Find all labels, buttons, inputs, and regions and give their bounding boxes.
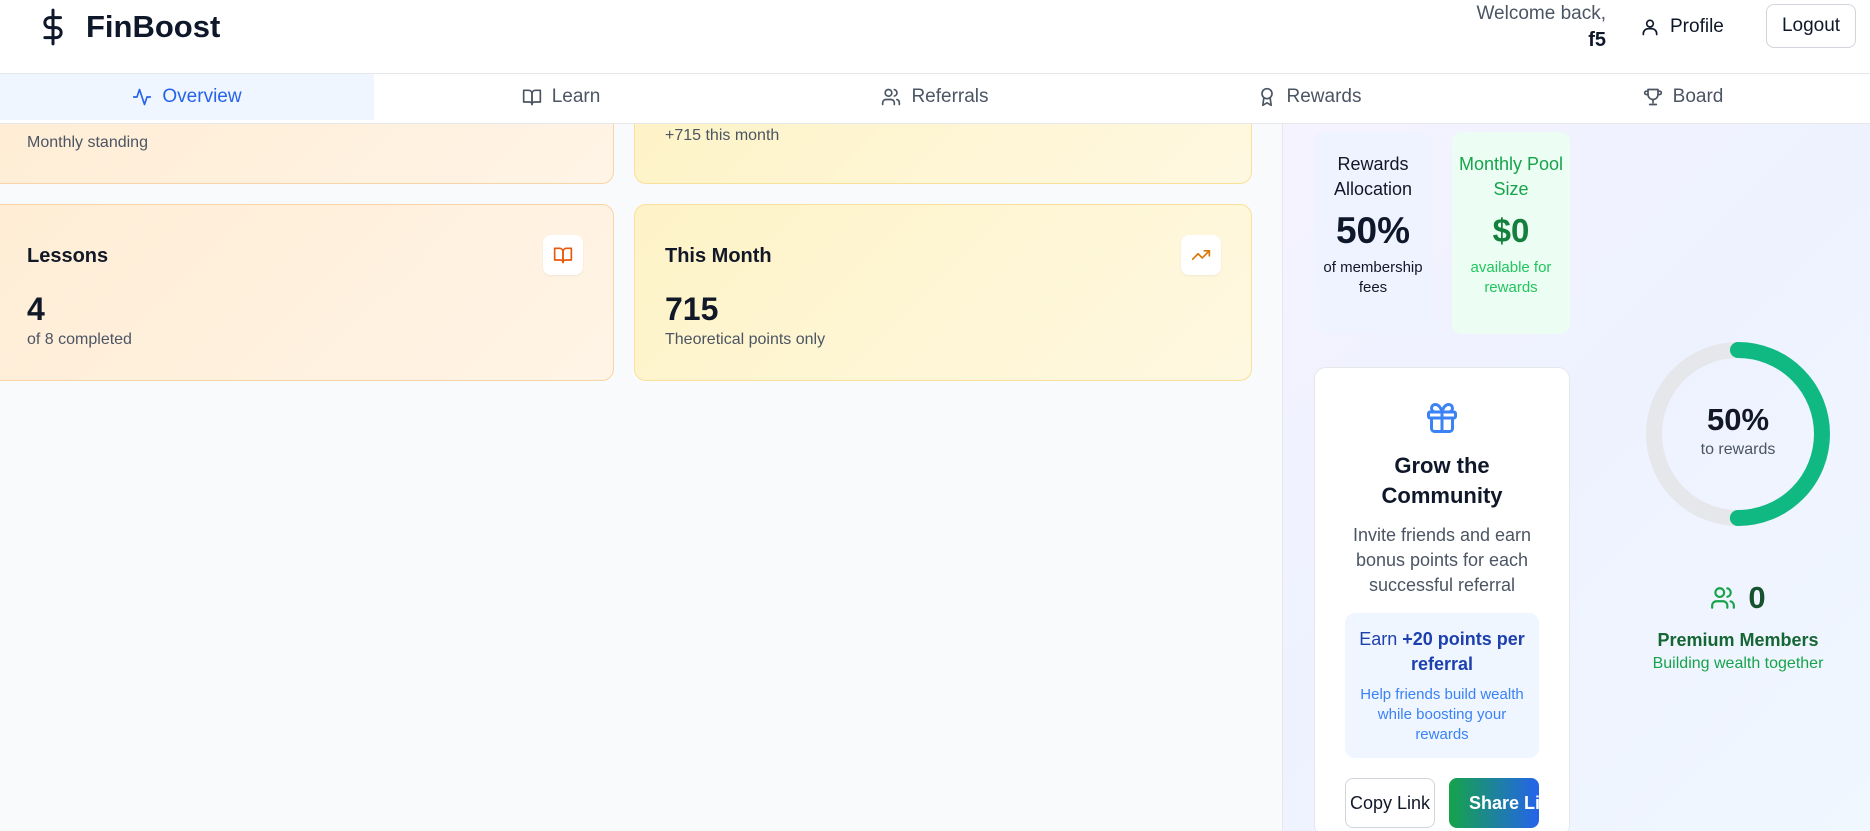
points-subtitle: +715 this month — [665, 127, 780, 144]
username: f5 — [1588, 29, 1606, 51]
tab-bar: Overview Learn Referrals Rewards Board — [0, 74, 1870, 124]
monthly-pool-note: available for rewards — [1470, 259, 1552, 296]
tab-label: Overview — [162, 86, 242, 107]
grow-description: Invite friends and earn bonus points for… — [1352, 525, 1532, 595]
donut-sub: to rewards — [1700, 441, 1776, 458]
earn-amount: +20 points per referral — [1402, 629, 1525, 674]
members-row: 0 — [1620, 580, 1856, 616]
share-link-button[interactable]: Share Link — [1449, 778, 1539, 828]
award-icon — [1260, 87, 1273, 107]
monthly-pool-title: Monthly Pool Size — [1458, 154, 1564, 199]
lessons-value: 4 — [27, 291, 45, 327]
tab-label: Learn — [551, 86, 601, 107]
welcome-message: Welcome back, f5 — [1476, 1, 1606, 53]
earn-line: Earn +20 points per referral — [1345, 627, 1539, 677]
members-subtitle: Building wealth together — [1652, 655, 1824, 672]
brand-name: FinBoost — [86, 9, 221, 44]
referral-bonus-box: Earn +20 points per referral Help friend… — [1345, 613, 1539, 758]
tab-label: Referrals — [911, 86, 989, 107]
brand[interactable]: FinBoost — [38, 8, 220, 46]
copy-link-button[interactable]: Copy Link — [1345, 778, 1435, 828]
welcome-line: Welcome back, — [1476, 3, 1606, 24]
this-month-title: This Month — [665, 245, 772, 267]
lessons-icon-box — [543, 235, 583, 275]
users-icon — [882, 88, 901, 106]
tab-rewards[interactable]: Rewards — [1122, 74, 1496, 120]
monthly-pool-value: $0 — [1492, 212, 1530, 249]
earn-note: Help friends build wealth while boosting… — [1360, 686, 1524, 743]
tab-board[interactable]: Board — [1496, 74, 1870, 120]
earn-prefix: Earn — [1359, 629, 1403, 649]
users-icon — [1711, 587, 1736, 609]
lessons-title: Lessons — [27, 245, 109, 267]
monthly-pool-card: Monthly Pool Size $0 available for rewar… — [1452, 132, 1570, 334]
points-card: +715 this month — [634, 124, 1252, 184]
profile-label: Profile — [1670, 16, 1724, 37]
top-header: FinBoost Welcome back, f5 Profile Logout — [0, 0, 1870, 74]
this-month-subtitle: Theoretical points only — [665, 331, 826, 348]
donut-value: 50% — [1706, 402, 1770, 437]
donut-label: 50% to rewards — [1642, 400, 1834, 460]
standing-subtitle: Monthly standing — [27, 134, 148, 151]
tab-learn[interactable]: Learn — [374, 74, 748, 120]
logout-button[interactable]: Logout — [1766, 4, 1856, 48]
activity-icon — [133, 88, 152, 106]
rewards-allocation-card: Rewards Allocation 50% of membership fee… — [1314, 132, 1432, 334]
this-month-value: 715 — [665, 291, 719, 327]
tab-label: Board — [1672, 86, 1724, 107]
book-open-icon — [553, 247, 573, 264]
lessons-card: Lessons 4 of 8 completed — [0, 204, 614, 381]
user-icon — [1642, 19, 1658, 36]
tab-label: Rewards — [1286, 86, 1362, 107]
members-title: Premium Members — [1657, 630, 1819, 650]
rewards-allocation-note: of membership fees — [1323, 259, 1423, 296]
profile-button[interactable]: Profile — [1640, 10, 1724, 44]
gift-icon — [1427, 403, 1457, 433]
tab-overview[interactable]: Overview — [0, 74, 374, 120]
grow-community-card: Grow the Community Invite friends and ea… — [1314, 367, 1570, 831]
book-open-icon — [522, 89, 541, 106]
dollar-icon — [43, 8, 63, 46]
lessons-subtitle: of 8 completed — [27, 331, 132, 348]
this-month-card: This Month 715 Theoretical points only — [634, 204, 1252, 381]
members-count: 0 — [1748, 580, 1766, 615]
this-month-icon-box — [1181, 235, 1221, 275]
premium-members: 0 Premium Members Building wealth togeth… — [1620, 580, 1856, 673]
gift-icon-wrap — [1315, 400, 1569, 441]
standing-card: Monthly standing — [0, 124, 614, 184]
rewards-allocation-value: 50% — [1335, 210, 1411, 251]
grow-title: Grow the Community — [1381, 453, 1503, 508]
trending-up-icon — [1191, 250, 1211, 260]
rewards-allocation-title: Rewards Allocation — [1333, 154, 1413, 199]
trophy-icon — [1643, 88, 1662, 106]
tab-referrals[interactable]: Referrals — [748, 74, 1122, 120]
